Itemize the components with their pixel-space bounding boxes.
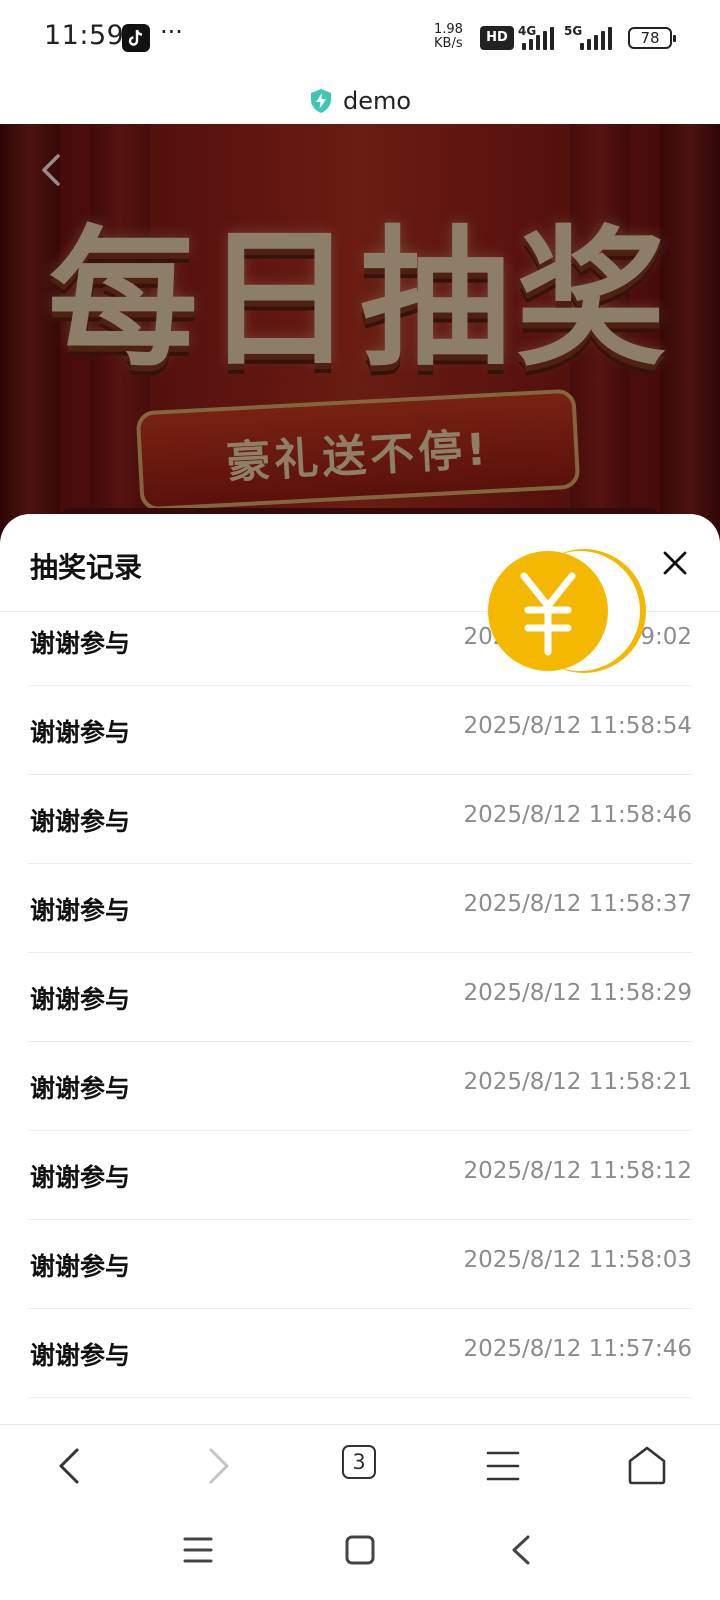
back-arrow-icon[interactable] [36,150,66,190]
record-result: 谢谢参与 [30,1074,131,1103]
list-item: 谢谢参与 2025/8/12 11:58:12 [28,1131,692,1220]
status-time: 11:59 [44,20,125,51]
url-domain: demo [342,87,412,115]
record-result: 谢谢参与 [30,1163,131,1192]
recent-apps-icon[interactable] [178,1530,218,1570]
record-result: 谢谢参与 [30,629,131,658]
record-time: 2025/8/12 11:58:29 [463,980,692,1006]
record-result: 谢谢参与 [30,1252,131,1281]
home-icon[interactable] [622,1441,672,1491]
signal-icon [520,26,554,50]
menu-icon[interactable] [478,1441,528,1491]
tab-count: 3 [342,1445,376,1479]
record-time: 2025/8/12 11:58:37 [463,891,692,917]
list-item: 谢谢参与 2025/8/12 11:58:29 [28,953,692,1042]
hd-voice-icon: HD [480,26,514,50]
tiktok-icon [122,24,150,52]
status-bar: 11:59 ··· 1.98 KB/s HD 4G 5G 78 [0,0,720,78]
tabs-button[interactable]: 3 [342,1445,378,1481]
sheet-title: 抽奖记录 [30,551,143,584]
net-speed-unit: KB/s [434,36,463,51]
list-item: 谢谢参与 2025/8/12 11:58:21 [28,1042,692,1131]
record-result: 谢谢参与 [30,807,131,836]
list-item: 谢谢参与 2025/8/12 11:58:54 [28,686,692,775]
close-icon[interactable] [660,548,690,578]
net-speed-value: 1.98 [434,22,463,37]
record-time: 2025/8/12 11:58:21 [463,1069,692,1095]
list-item: 谢谢参与 2025/8/12 11:58:03 [28,1220,692,1309]
record-time: 2025/8/12 11:58:46 [463,802,692,828]
more-notifications-icon: ··· [160,18,183,46]
record-result: 谢谢参与 [30,896,131,925]
shield-bolt-icon [310,89,331,113]
battery-icon: 78 [628,27,676,49]
yuan-coin-icon[interactable] [488,548,646,674]
record-time: 2025/8/12 11:58:03 [463,1247,692,1273]
list-item: 谢谢参与 2025/8/12 11:58:46 [28,775,692,864]
list-item: 谢谢参与 2025/8/12 11:58:37 [28,864,692,953]
net-speed: 1.98 KB/s [434,23,463,51]
browser-toolbar: 3 [0,1424,720,1506]
signal-icon [578,26,612,50]
back-icon[interactable] [46,1441,96,1491]
back-nav-icon[interactable] [502,1530,542,1570]
forward-icon[interactable] [192,1441,242,1491]
url-bar[interactable]: demo [0,78,720,124]
modal-overlay[interactable] [0,124,720,544]
record-time: 2025/8/12 11:58:54 [463,713,692,739]
hero-banner: 每日抽奖 豪礼送不停! [0,124,720,544]
record-result: 谢谢参与 [30,985,131,1014]
home-nav-icon[interactable] [340,1530,380,1570]
record-time: 2025/8/12 11:57:46 [463,1336,692,1362]
records-list[interactable]: 谢谢参与 2025/8/12 11:59:02 谢谢参与 2025/8/12 1… [28,612,692,1398]
record-time: 2025/8/12 11:58:12 [463,1158,692,1184]
record-result: 谢谢参与 [30,718,131,747]
list-item: 谢谢参与 2025/8/12 11:57:46 [28,1309,692,1398]
system-nav-bar [0,1506,720,1600]
record-result: 谢谢参与 [30,1341,131,1370]
